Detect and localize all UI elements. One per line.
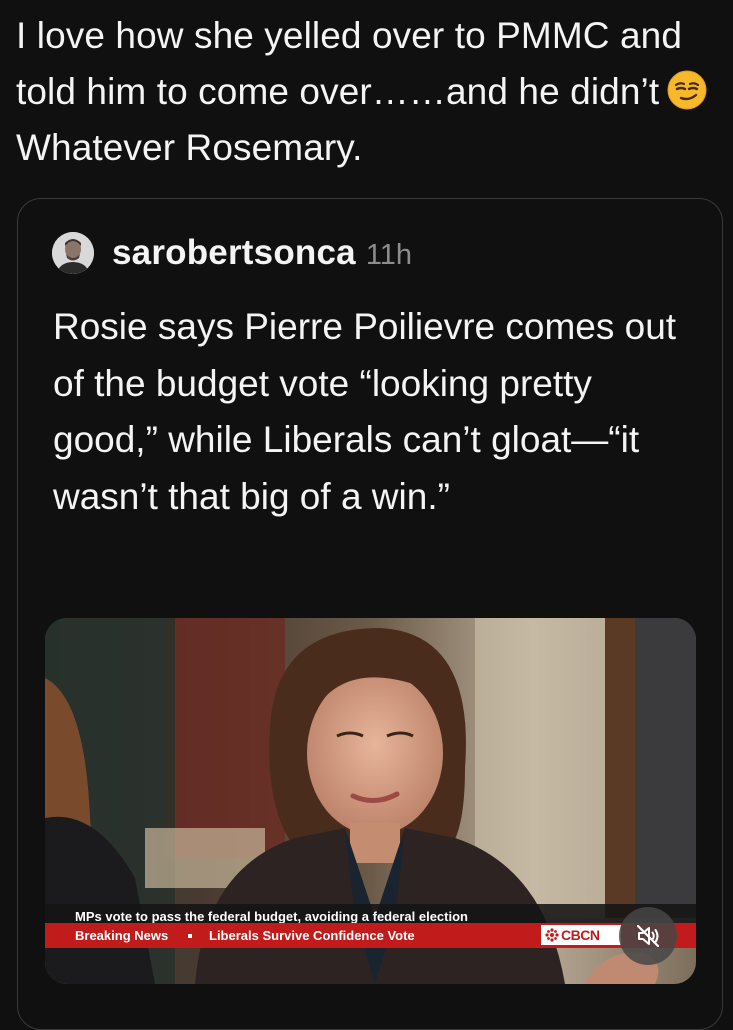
quoted-post-body: Rosie says Pierre Poilievre comes out of… [53,306,677,517]
speaker-muted-icon [636,924,660,948]
video-player[interactable]: MPs vote to pass the federal budget, avo… [45,618,696,984]
post-text-part-2: Whatever Rosemary. [16,127,363,168]
quoted-post-author-row: sarobertsonca 11h [52,229,412,277]
network-logo: CBCN [541,925,621,945]
network-gem-icon [545,928,559,942]
avatar-photo-icon [52,232,94,274]
username[interactable]: sarobertsonca [112,233,356,273]
ticker-separator [188,934,192,938]
mute-button[interactable] [619,907,677,965]
ticker-text: Liberals Survive Confidence Vote [209,928,415,943]
video-headline: MPs vote to pass the federal budget, avo… [75,909,468,924]
timestamp: 11h [365,238,413,271]
avatar[interactable] [52,232,94,274]
post-text-part-1: I love how she yelled over to PMMC and t… [16,15,683,112]
smirking-face-emoji-icon [667,70,707,110]
network-name: CBCN [561,927,600,943]
breaking-news-label: Breaking News [75,928,169,943]
quoted-post-card[interactable]: sarobertsonca 11h Rosie says Pierre Poil… [17,198,723,1030]
post-text: I love how she yelled over to PMMC and t… [16,8,721,176]
